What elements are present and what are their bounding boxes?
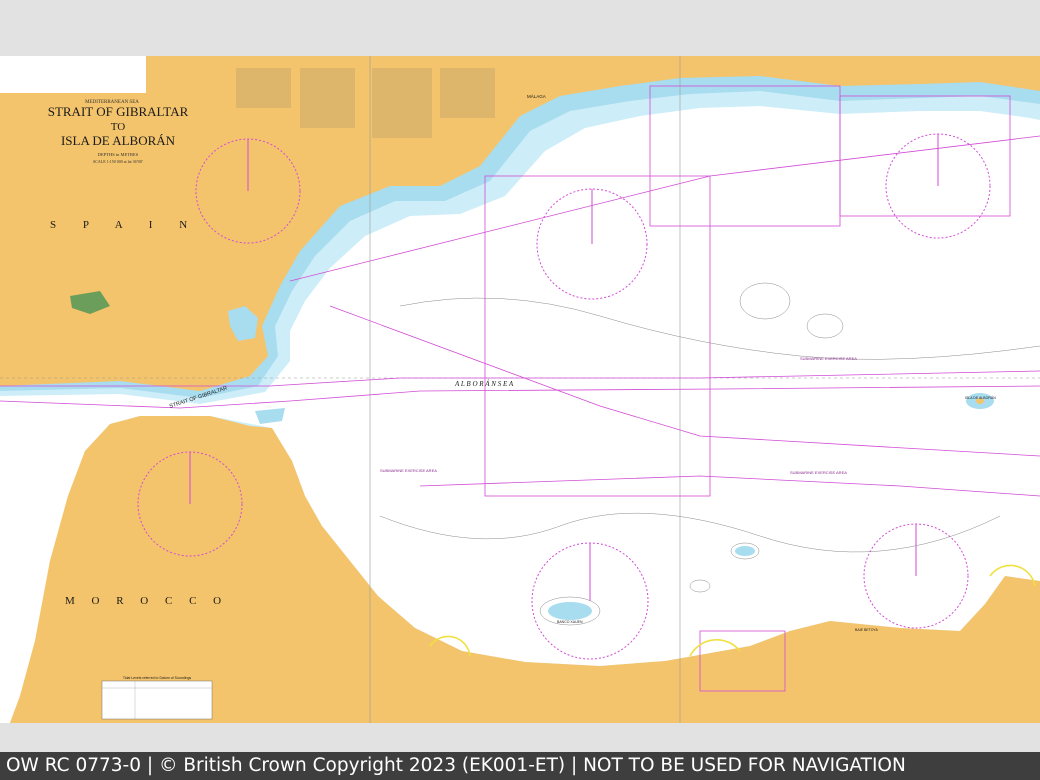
label-banco-xauen: BANCO XAUEN — [557, 620, 583, 624]
label-isla-alboran: ISLA DE ALBORÁN — [965, 396, 996, 400]
chart-title-line2: TO — [111, 121, 126, 133]
tidal-table-title: Tidal Levels referred to Datum of Soundi… — [123, 676, 192, 680]
label-morocco: M O R O C C O — [65, 595, 228, 607]
label-malaga: MÁLAGA — [527, 93, 546, 99]
label-submarine-2: SUBMARINE EXERCISE AREA — [800, 356, 857, 361]
label-submarine-3: SUBMARINE EXERCISE AREA — [790, 470, 847, 475]
shoal-2 — [735, 546, 755, 556]
depths-note: DEPTHS in METRES — [98, 152, 139, 157]
label-spain: S P A I N — [50, 219, 199, 231]
label-alboran-sea: A L B O R Á N S E A — [454, 380, 514, 388]
chart-title-line3: ISLA DE ALBORÁN — [61, 133, 176, 148]
tidal-levels-table: Tidal Levels referred to Datum of Soundi… — [101, 676, 213, 720]
inset-blank — [0, 56, 146, 93]
label-submarine-1: SUBMARINE EXERCISE AREA — [380, 468, 437, 473]
nautical-chart: MEDITERRANEAN SEA STRAIT OF GIBRALTAR TO… — [0, 56, 1040, 723]
chart-title-line1: STRAIT OF GIBRALTAR — [48, 104, 189, 119]
copyright-footer: OW RC 0773-0 | © British Crown Copyright… — [0, 752, 1040, 780]
scale-note: SCALE 1:150 000 at lat 36°00' — [93, 159, 143, 164]
label-bahia-betoya: BAIE BETOYA — [855, 628, 878, 632]
banco-xauen-shoal — [548, 602, 592, 620]
